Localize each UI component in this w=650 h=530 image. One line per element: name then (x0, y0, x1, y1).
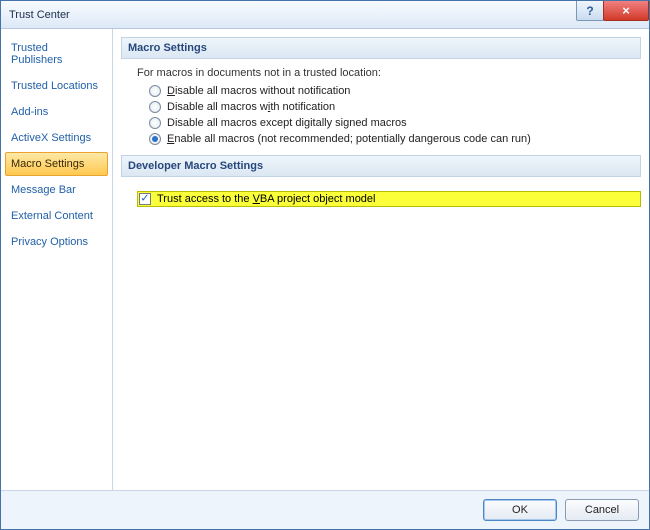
intro-text: For macros in documents not in a trusted… (137, 67, 641, 79)
sidebar-item-label: Trusted Locations (11, 80, 98, 92)
help-icon: ? (586, 4, 593, 18)
sidebar-item-label: Macro Settings (11, 158, 84, 170)
sidebar-item-label: ActiveX Settings (11, 132, 91, 144)
ok-button[interactable]: OK (483, 499, 557, 521)
sidebar-item-label: Add-ins (11, 106, 48, 118)
radio-disable-no-notification[interactable]: Disable all macros without notification (149, 85, 641, 97)
close-icon: × (622, 3, 630, 18)
sidebar-item-activex-settings[interactable]: ActiveX Settings (5, 126, 108, 150)
sidebar-item-macro-settings[interactable]: Macro Settings (5, 152, 108, 176)
radio-enable-all-macros[interactable]: Enable all macros (not recommended; pote… (149, 133, 641, 145)
window-buttons: ? × (577, 1, 649, 21)
sidebar-item-label: Trusted Publishers (11, 42, 62, 66)
radio-label: Disable all macros without notification (167, 85, 350, 97)
checkbox-trust-vba-access[interactable]: Trust access to the VBA project object m… (137, 191, 641, 207)
section-heading-developer-macro-settings: Developer Macro Settings (121, 155, 641, 177)
sidebar-item-label: Privacy Options (11, 236, 88, 248)
checkbox-label: Trust access to the VBA project object m… (157, 193, 376, 205)
cancel-button[interactable]: Cancel (565, 499, 639, 521)
help-button[interactable]: ? (576, 1, 604, 21)
radio-icon (149, 133, 161, 145)
sidebar-item-label: Message Bar (11, 184, 76, 196)
sidebar-item-label: External Content (11, 210, 93, 222)
sidebar-item-trusted-locations[interactable]: Trusted Locations (5, 74, 108, 98)
dialog-footer: OK Cancel (1, 490, 649, 529)
close-button[interactable]: × (603, 1, 649, 21)
radio-icon (149, 85, 161, 97)
radio-disable-except-signed[interactable]: Disable all macros except digitally sign… (149, 117, 641, 129)
sidebar-item-privacy-options[interactable]: Privacy Options (5, 230, 108, 254)
radio-disable-with-notification[interactable]: Disable all macros with notification (149, 101, 641, 113)
sidebar-item-message-bar[interactable]: Message Bar (5, 178, 108, 202)
button-label: OK (512, 504, 528, 516)
section-heading-macro-settings: Macro Settings (121, 37, 641, 59)
trust-center-dialog: Trust Center ? × Trusted Publishers Trus… (0, 0, 650, 530)
radio-icon (149, 101, 161, 113)
window-title: Trust Center (1, 9, 70, 21)
sidebar-item-add-ins[interactable]: Add-ins (5, 100, 108, 124)
sidebar: Trusted Publishers Trusted Locations Add… (1, 29, 113, 490)
radio-label: Enable all macros (not recommended; pote… (167, 133, 531, 145)
sidebar-item-external-content[interactable]: External Content (5, 204, 108, 228)
sidebar-item-trusted-publishers[interactable]: Trusted Publishers (5, 36, 108, 72)
radio-label: Disable all macros with notification (167, 101, 335, 113)
titlebar: Trust Center ? × (1, 1, 649, 29)
checkbox-icon (139, 193, 151, 205)
radio-label: Disable all macros except digitally sign… (167, 117, 407, 129)
radio-icon (149, 117, 161, 129)
content-area: Trusted Publishers Trusted Locations Add… (1, 29, 649, 490)
button-label: Cancel (585, 504, 619, 516)
main-panel: Macro Settings For macros in documents n… (113, 29, 649, 490)
